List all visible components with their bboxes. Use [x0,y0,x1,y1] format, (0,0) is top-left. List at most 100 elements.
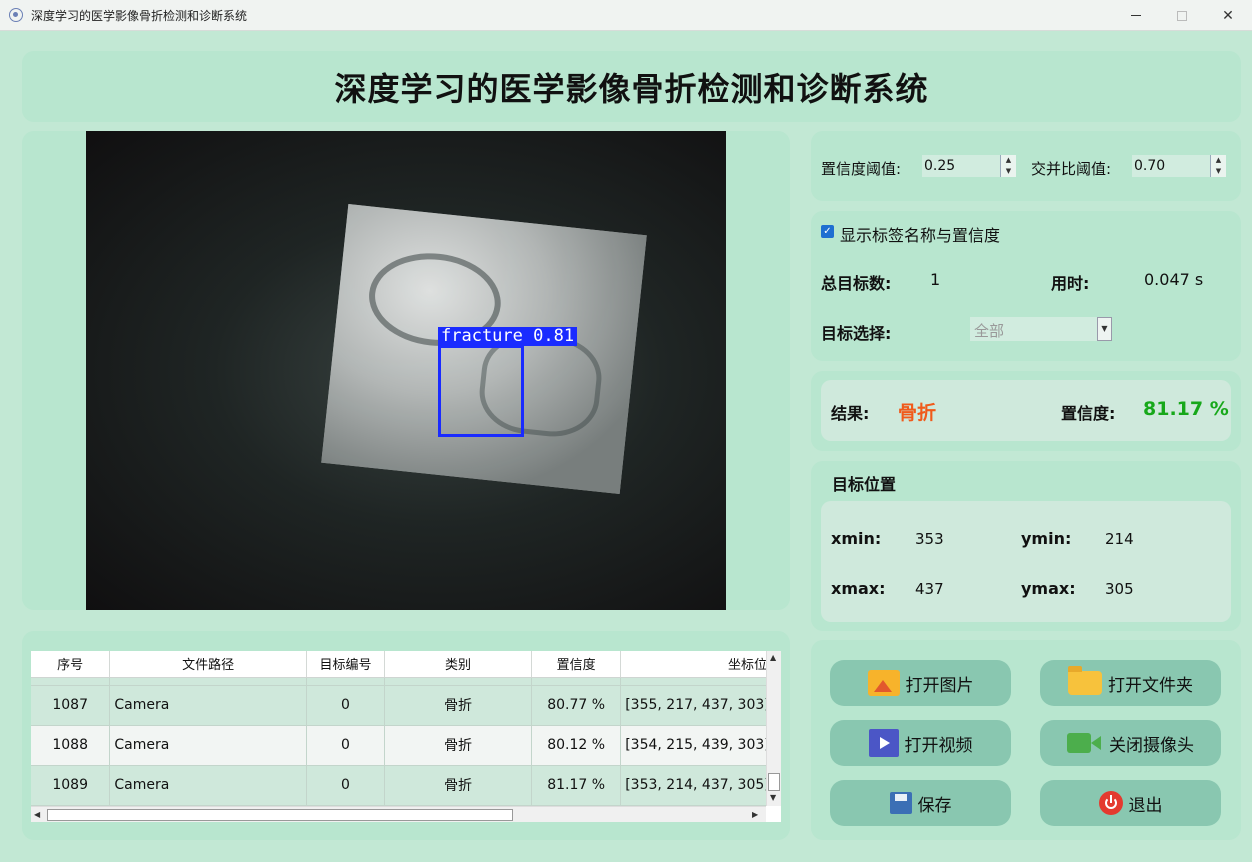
power-icon [1098,791,1123,815]
info-panel: ✓ 显示标签名称与置信度 总目标数: 1 用时: 0.047 s 目标选择: 全… [811,211,1241,361]
xmax-value: 437 [915,580,944,598]
save-button[interactable]: 保存 [830,780,1011,826]
table-cell: 80.77 % [531,685,622,726]
horizontal-scrollbar[interactable]: ◀ ▶ [31,806,766,822]
spin-up-icon[interactable]: ▲ [1211,155,1226,166]
show-label-text: 显示标签名称与置信度 [840,226,1001,245]
video-icon [868,729,899,757]
table-cell: 1087 [31,685,111,726]
exit-button[interactable]: 退出 [1040,780,1221,826]
image-icon [867,670,900,696]
window-titlebar: 深度学习的医学影像骨折检测和诊断系统 ✕ [0,0,1252,31]
spin-arrows[interactable]: ▲ ▼ [1000,155,1016,177]
table-cell: 0 [306,725,386,766]
table-cell: Camera [109,765,307,806]
open-image-label: 打开图片 [905,675,974,696]
image-panel: fracture 0.81 [22,131,790,610]
table-row[interactable]: 1089 Camera 0 骨折 81.17 % [353, 214, 437,… [31,765,781,806]
threshold-panel: 置信度阈值: 0.25 ▲ ▼ 交并比阈值: 0.70 ▲ ▼ [811,131,1241,201]
spin-up-icon[interactable]: ▲ [1001,155,1016,166]
xray-image-view: fracture 0.81 [86,131,726,610]
scroll-down-icon[interactable]: ▼ [770,793,776,802]
detection-label: fracture 0.81 [438,327,578,346]
total-targets-value: 1 [930,270,941,289]
ymax-value: 305 [1105,580,1134,598]
result-value: 骨折 [898,402,937,424]
confidence-threshold-spinbox[interactable]: 0.25 ▲ ▼ [922,155,1016,177]
minimize-button[interactable] [1113,0,1159,31]
save-label: 保存 [917,795,952,816]
results-table-panel: 序号 文件路径 目标编号 类别 置信度 坐标位置 1087 Camera 0 骨… [22,631,790,840]
iou-threshold-label: 交并比阈值: [1031,160,1112,178]
column-header[interactable]: 文件路径 [109,651,307,678]
result-confidence-value: 81.17 % [1143,398,1229,420]
open-image-button[interactable]: 打开图片 [830,660,1011,706]
table-cell: 80.12 % [531,725,622,766]
close-camera-label: 关闭摄像头 [1109,735,1194,756]
scroll-left-icon[interactable]: ◀ [34,810,40,819]
elapsed-time-label: 用时: [1051,274,1090,293]
iou-threshold-value: 0.70 [1134,158,1166,174]
confidence-threshold-value: 0.25 [924,158,956,174]
open-folder-button[interactable]: 打开文件夹 [1040,660,1221,706]
maximize-icon [1177,10,1187,21]
table-cell: 0 [306,685,386,726]
table-cell: Camera [109,685,307,726]
ymin-value: 214 [1105,530,1134,548]
save-icon [889,792,912,814]
close-camera-button[interactable]: 关闭摄像头 [1040,720,1221,766]
target-select-dropdown[interactable]: 全部 ▼ [970,317,1112,341]
horizontal-scroll-thumb[interactable] [47,809,513,821]
target-position-box: xmin: 353 ymin: 214 xmax: 437 ymax: 305 [821,501,1231,622]
table-cell: 1089 [31,765,111,806]
chevron-down-icon[interactable]: ▼ [1097,317,1112,341]
ymin-label: ymin: [1021,529,1072,548]
table-cell: 81.17 % [531,765,622,806]
confidence-threshold-label: 置信度阈值: [821,160,902,178]
camera-icon [1067,733,1101,753]
xmax-label: xmax: [831,579,886,598]
results-table[interactable]: 序号 文件路径 目标编号 类别 置信度 坐标位置 1087 Camera 0 骨… [31,651,781,822]
iou-threshold-spinbox[interactable]: 0.70 ▲ ▼ [1132,155,1226,177]
detection-box [438,345,524,437]
column-header[interactable]: 目标编号 [306,651,386,678]
close-icon: ✕ [1222,7,1234,24]
column-header[interactable]: 坐标位置 [620,651,781,678]
table-cell: [354, 215, 439, 303] [620,725,781,766]
target-select-value: 全部 [974,322,1005,340]
column-header[interactable]: 类别 [384,651,533,678]
table-header-row: 序号 文件路径 目标编号 类别 置信度 坐标位置 [31,651,781,678]
table-cell: 1088 [31,725,111,766]
elapsed-time-value: 0.047 s [1144,270,1204,289]
result-panel: 结果: 骨折 置信度: 81.17 % [811,371,1241,451]
spin-down-icon[interactable]: ▼ [1211,166,1226,177]
target-position-panel: 目标位置 xmin: 353 ymin: 214 xmax: 437 ymax:… [811,461,1241,631]
result-box: 结果: 骨折 置信度: 81.17 % [821,380,1231,441]
window-title: 深度学习的医学影像骨折检测和诊断系统 [31,9,248,23]
maximize-button[interactable] [1159,0,1205,31]
ymax-label: ymax: [1021,579,1076,598]
scroll-up-icon[interactable]: ▲ [770,653,776,662]
action-button-panel: 打开图片 打开文件夹 打开视频 关闭摄像头 保存 退出 [811,640,1241,840]
page-title: 深度学习的医学影像骨折检测和诊断系统 [334,69,929,108]
spin-down-icon[interactable]: ▼ [1001,166,1016,177]
vertical-scroll-thumb[interactable] [768,773,780,791]
xmin-value: 353 [915,530,944,548]
spin-arrows[interactable]: ▲ ▼ [1210,155,1226,177]
open-video-button[interactable]: 打开视频 [830,720,1011,766]
results-table-grid: 序号 文件路径 目标编号 类别 置信度 坐标位置 1087 Camera 0 骨… [31,651,781,806]
vertical-scrollbar[interactable]: ▲ ▼ [766,651,781,806]
xmin-label: xmin: [831,529,882,548]
result-label: 结果: [831,404,870,423]
table-cell: 0 [306,765,386,806]
table-cell: [353, 214, 437, 305] [620,765,781,806]
exit-label: 退出 [1128,795,1163,816]
table-row[interactable]: 1088 Camera 0 骨折 80.12 % [354, 215, 439,… [31,725,781,766]
column-header[interactable]: 序号 [31,651,111,678]
table-cell: Camera [109,725,307,766]
column-header[interactable]: 置信度 [531,651,622,678]
show-label-checkbox[interactable]: ✓ [821,225,834,238]
scroll-right-icon[interactable]: ▶ [752,810,758,819]
table-row[interactable]: 1087 Camera 0 骨折 80.77 % [355, 217, 437,… [31,685,781,726]
close-button[interactable]: ✕ [1205,0,1251,31]
